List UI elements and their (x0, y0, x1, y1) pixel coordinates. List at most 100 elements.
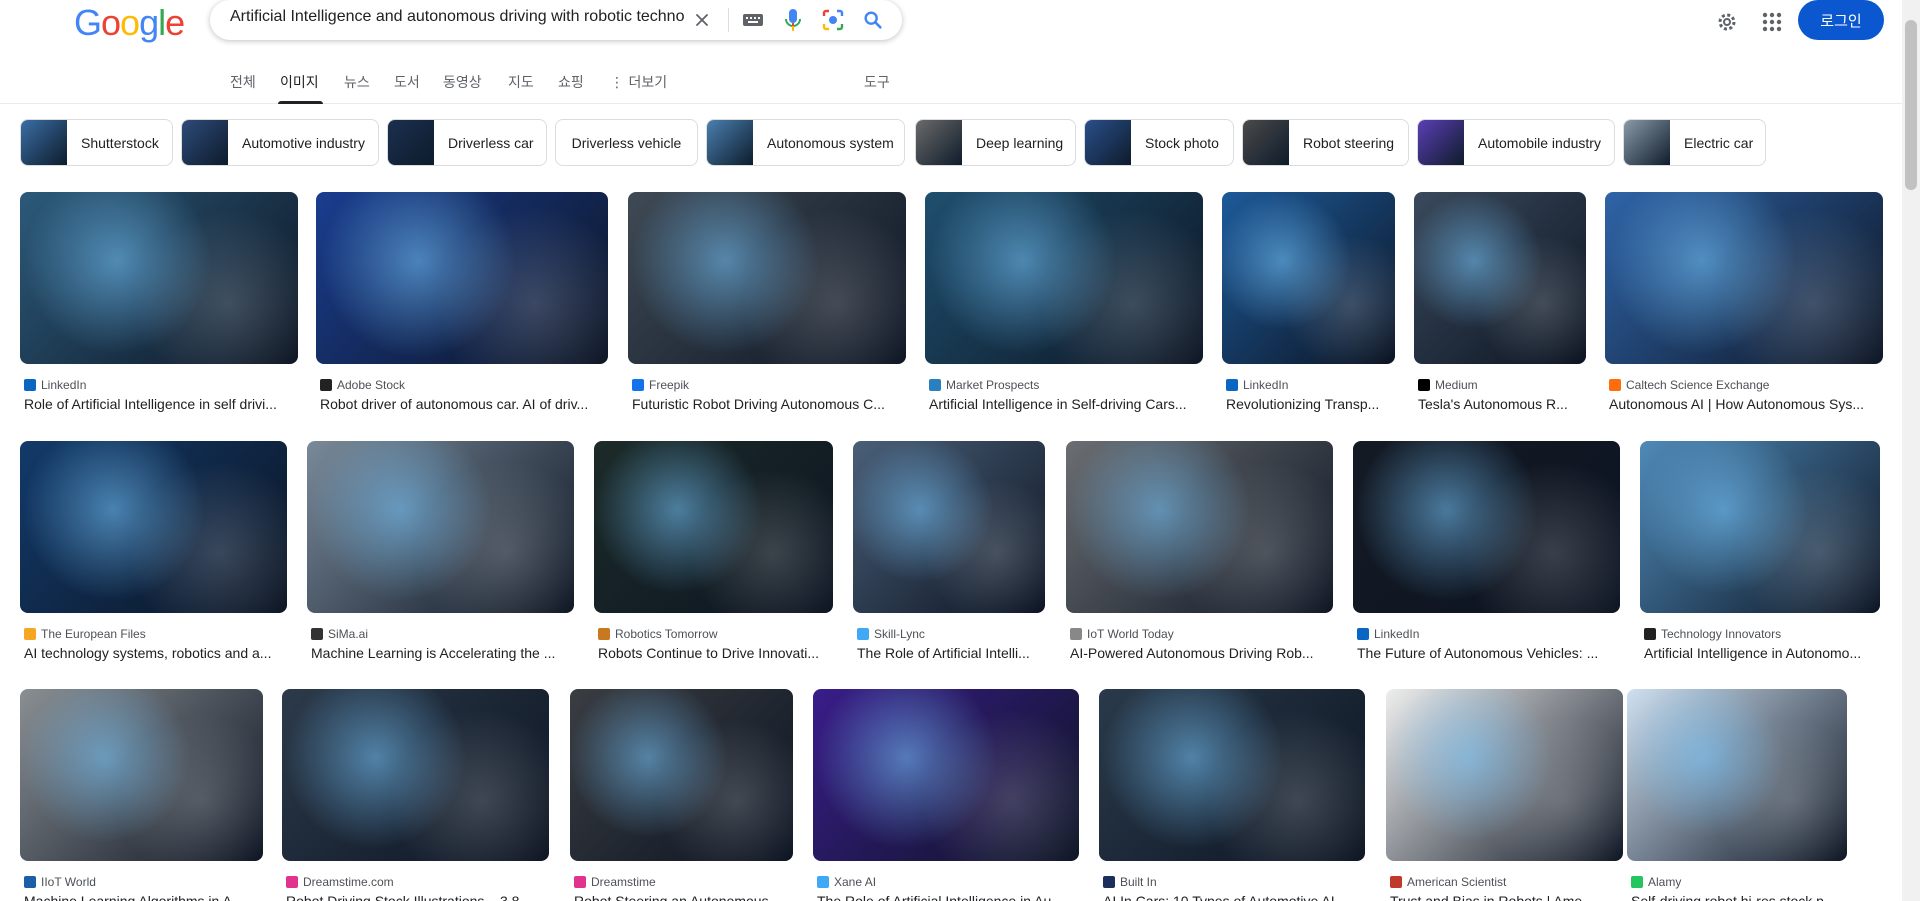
result-title[interactable]: Machine Learning is Accelerating the ... (311, 645, 570, 661)
result-source[interactable]: Freepik (632, 378, 902, 392)
image-result[interactable]: Freepik Futuristic Robot Driving Autonomo… (628, 192, 906, 422)
image-result[interactable]: IoT World Today AI-Powered Autonomous Dri… (1066, 441, 1333, 671)
result-title[interactable]: Futuristic Robot Driving Autonomous C... (632, 396, 902, 412)
image-result[interactable]: Xane AI The Role of Artificial Intelligen… (813, 689, 1079, 901)
result-source[interactable]: LinkedIn (1226, 378, 1391, 392)
result-thumbnail[interactable] (1605, 192, 1883, 364)
result-source[interactable]: Robotics Tomorrow (598, 627, 829, 641)
related-chip[interactable]: Electric car (1623, 119, 1766, 166)
result-title[interactable]: Autonomous AI | How Autonomous Sys... (1609, 396, 1879, 412)
result-thumbnail[interactable] (925, 192, 1203, 364)
result-title[interactable]: The Role of Artificial Intelligence in A… (817, 893, 1075, 901)
scrollbar-thumb[interactable] (1905, 20, 1917, 190)
search-input[interactable]: Artificial Intelligence and autonomous d… (230, 8, 692, 32)
result-thumbnail[interactable] (20, 441, 287, 613)
image-result[interactable]: Built In AI In Cars: 10 Types of Automoti… (1099, 689, 1365, 901)
result-thumbnail[interactable] (1386, 689, 1623, 861)
related-chip[interactable]: Driverless vehicle (555, 119, 698, 166)
result-source[interactable]: American Scientist (1390, 875, 1619, 889)
image-result[interactable]: LinkedIn The Future of Autonomous Vehicle… (1353, 441, 1620, 671)
result-source[interactable]: Dreamstime.com (286, 875, 545, 889)
result-title[interactable]: Artificial Intelligence in Autonomo... (1644, 645, 1876, 661)
result-title[interactable]: Role of Artificial Intelligence in self … (24, 396, 294, 412)
tab-tools[interactable]: 도구 (864, 72, 890, 92)
image-result[interactable]: Skill-Lync The Role of Artificial Intelli… (853, 441, 1045, 671)
result-title[interactable]: The Future of Autonomous Vehicles: ... (1357, 645, 1616, 661)
result-title[interactable]: AI In Cars: 10 Types of Automotive AI... (1103, 893, 1361, 901)
result-thumbnail[interactable] (20, 192, 298, 364)
image-result[interactable]: Dreamstime.com Robot Driving Stock Illust… (282, 689, 549, 901)
tab-videos[interactable]: 동영상 (443, 72, 482, 92)
related-chip[interactable]: Shutterstock (20, 119, 173, 166)
result-title[interactable]: Robot driver of autonomous car. AI of dr… (320, 396, 604, 412)
image-result[interactable]: Robotics Tomorrow Robots Continue to Driv… (594, 441, 833, 671)
result-title[interactable]: Trust and Bias in Robots | Ame... (1390, 893, 1619, 901)
result-thumbnail[interactable] (628, 192, 906, 364)
image-result[interactable]: American Scientist Trust and Bias in Robo… (1386, 689, 1623, 901)
search-icon[interactable] (859, 6, 887, 34)
result-thumbnail[interactable] (1066, 441, 1333, 613)
result-title[interactable]: Robot Steering an Autonomous ... (574, 893, 789, 901)
google-logo[interactable]: Google (74, 2, 185, 44)
image-result[interactable]: Technology Innovators Artificial Intellig… (1640, 441, 1880, 671)
result-thumbnail[interactable] (1099, 689, 1365, 861)
result-source[interactable]: The European Files (24, 627, 283, 641)
result-thumbnail[interactable] (1353, 441, 1620, 613)
result-thumbnail[interactable] (1414, 192, 1586, 364)
result-thumbnail[interactable] (1627, 689, 1847, 861)
result-source[interactable]: SiMa.ai (311, 627, 570, 641)
image-result[interactable]: Market Prospects Artificial Intelligence … (925, 192, 1203, 422)
tab-more[interactable]: ⋮ 더보기 (610, 72, 667, 92)
related-chip[interactable]: Robot steering (1242, 119, 1409, 166)
related-chip[interactable]: Automobile industry (1417, 119, 1615, 166)
tab-images[interactable]: 이미지 (280, 72, 319, 92)
result-thumbnail[interactable] (594, 441, 833, 613)
apps-icon[interactable] (1757, 7, 1787, 37)
result-title[interactable]: Machine Learning Algorithms in A... (24, 893, 259, 901)
result-thumbnail[interactable] (1640, 441, 1880, 613)
result-source[interactable]: Skill-Lync (857, 627, 1041, 641)
search-box[interactable]: Artificial Intelligence and autonomous d… (210, 0, 902, 40)
result-source[interactable]: Adobe Stock (320, 378, 604, 392)
result-thumbnail[interactable] (316, 192, 608, 364)
result-source[interactable]: Medium (1418, 378, 1582, 392)
related-chip[interactable]: Autonomous system (706, 119, 905, 166)
result-source[interactable]: Alamy (1631, 875, 1843, 889)
result-thumbnail[interactable] (20, 689, 263, 861)
result-source[interactable]: Built In (1103, 875, 1361, 889)
image-result[interactable]: The European Files AI technology systems,… (20, 441, 287, 671)
result-title[interactable]: AI technology systems, robotics and a... (24, 645, 283, 661)
result-title[interactable]: Self-driving robot hi-res stock photo... (1631, 893, 1843, 901)
keyboard-icon[interactable] (739, 6, 767, 34)
result-title[interactable]: Revolutionizing Transp... (1226, 396, 1391, 412)
result-thumbnail[interactable] (570, 689, 793, 861)
clear-icon[interactable] (688, 6, 716, 34)
result-title[interactable]: Robot Driving Stock Illustrations – 3,8.… (286, 893, 545, 901)
result-source[interactable]: IIoT World (24, 875, 259, 889)
image-result[interactable]: Alamy Self-driving robot hi-res stock pho… (1627, 689, 1847, 901)
mic-icon[interactable] (779, 6, 807, 34)
image-result[interactable]: SiMa.ai Machine Learning is Accelerating … (307, 441, 574, 671)
tab-all[interactable]: 전체 (230, 72, 256, 92)
result-thumbnail[interactable] (282, 689, 549, 861)
result-source[interactable]: Market Prospects (929, 378, 1199, 392)
result-thumbnail[interactable] (1222, 192, 1395, 364)
result-thumbnail[interactable] (813, 689, 1079, 861)
result-title[interactable]: The Role of Artificial Intelli... (857, 645, 1041, 661)
result-source[interactable]: LinkedIn (1357, 627, 1616, 641)
image-result[interactable]: IIoT World Machine Learning Algorithms in… (20, 689, 263, 901)
settings-icon[interactable] (1712, 7, 1742, 37)
login-button[interactable]: 로그인 (1798, 0, 1884, 40)
result-thumbnail[interactable] (307, 441, 574, 613)
image-result[interactable]: Dreamstime Robot Steering an Autonomous .… (570, 689, 793, 901)
tab-news[interactable]: 뉴스 (344, 72, 370, 92)
result-source[interactable]: IoT World Today (1070, 627, 1329, 641)
result-title[interactable]: Tesla's Autonomous R... (1418, 396, 1582, 412)
result-title[interactable]: Robots Continue to Drive Innovati... (598, 645, 829, 661)
related-chip[interactable]: Automotive industry (181, 119, 379, 166)
result-source[interactable]: LinkedIn (24, 378, 294, 392)
image-result[interactable]: Medium Tesla's Autonomous R... (1414, 192, 1586, 422)
related-chip[interactable]: Stock photo (1084, 119, 1234, 166)
lens-icon[interactable] (819, 6, 847, 34)
image-result[interactable]: Adobe Stock Robot driver of autonomous ca… (316, 192, 608, 422)
